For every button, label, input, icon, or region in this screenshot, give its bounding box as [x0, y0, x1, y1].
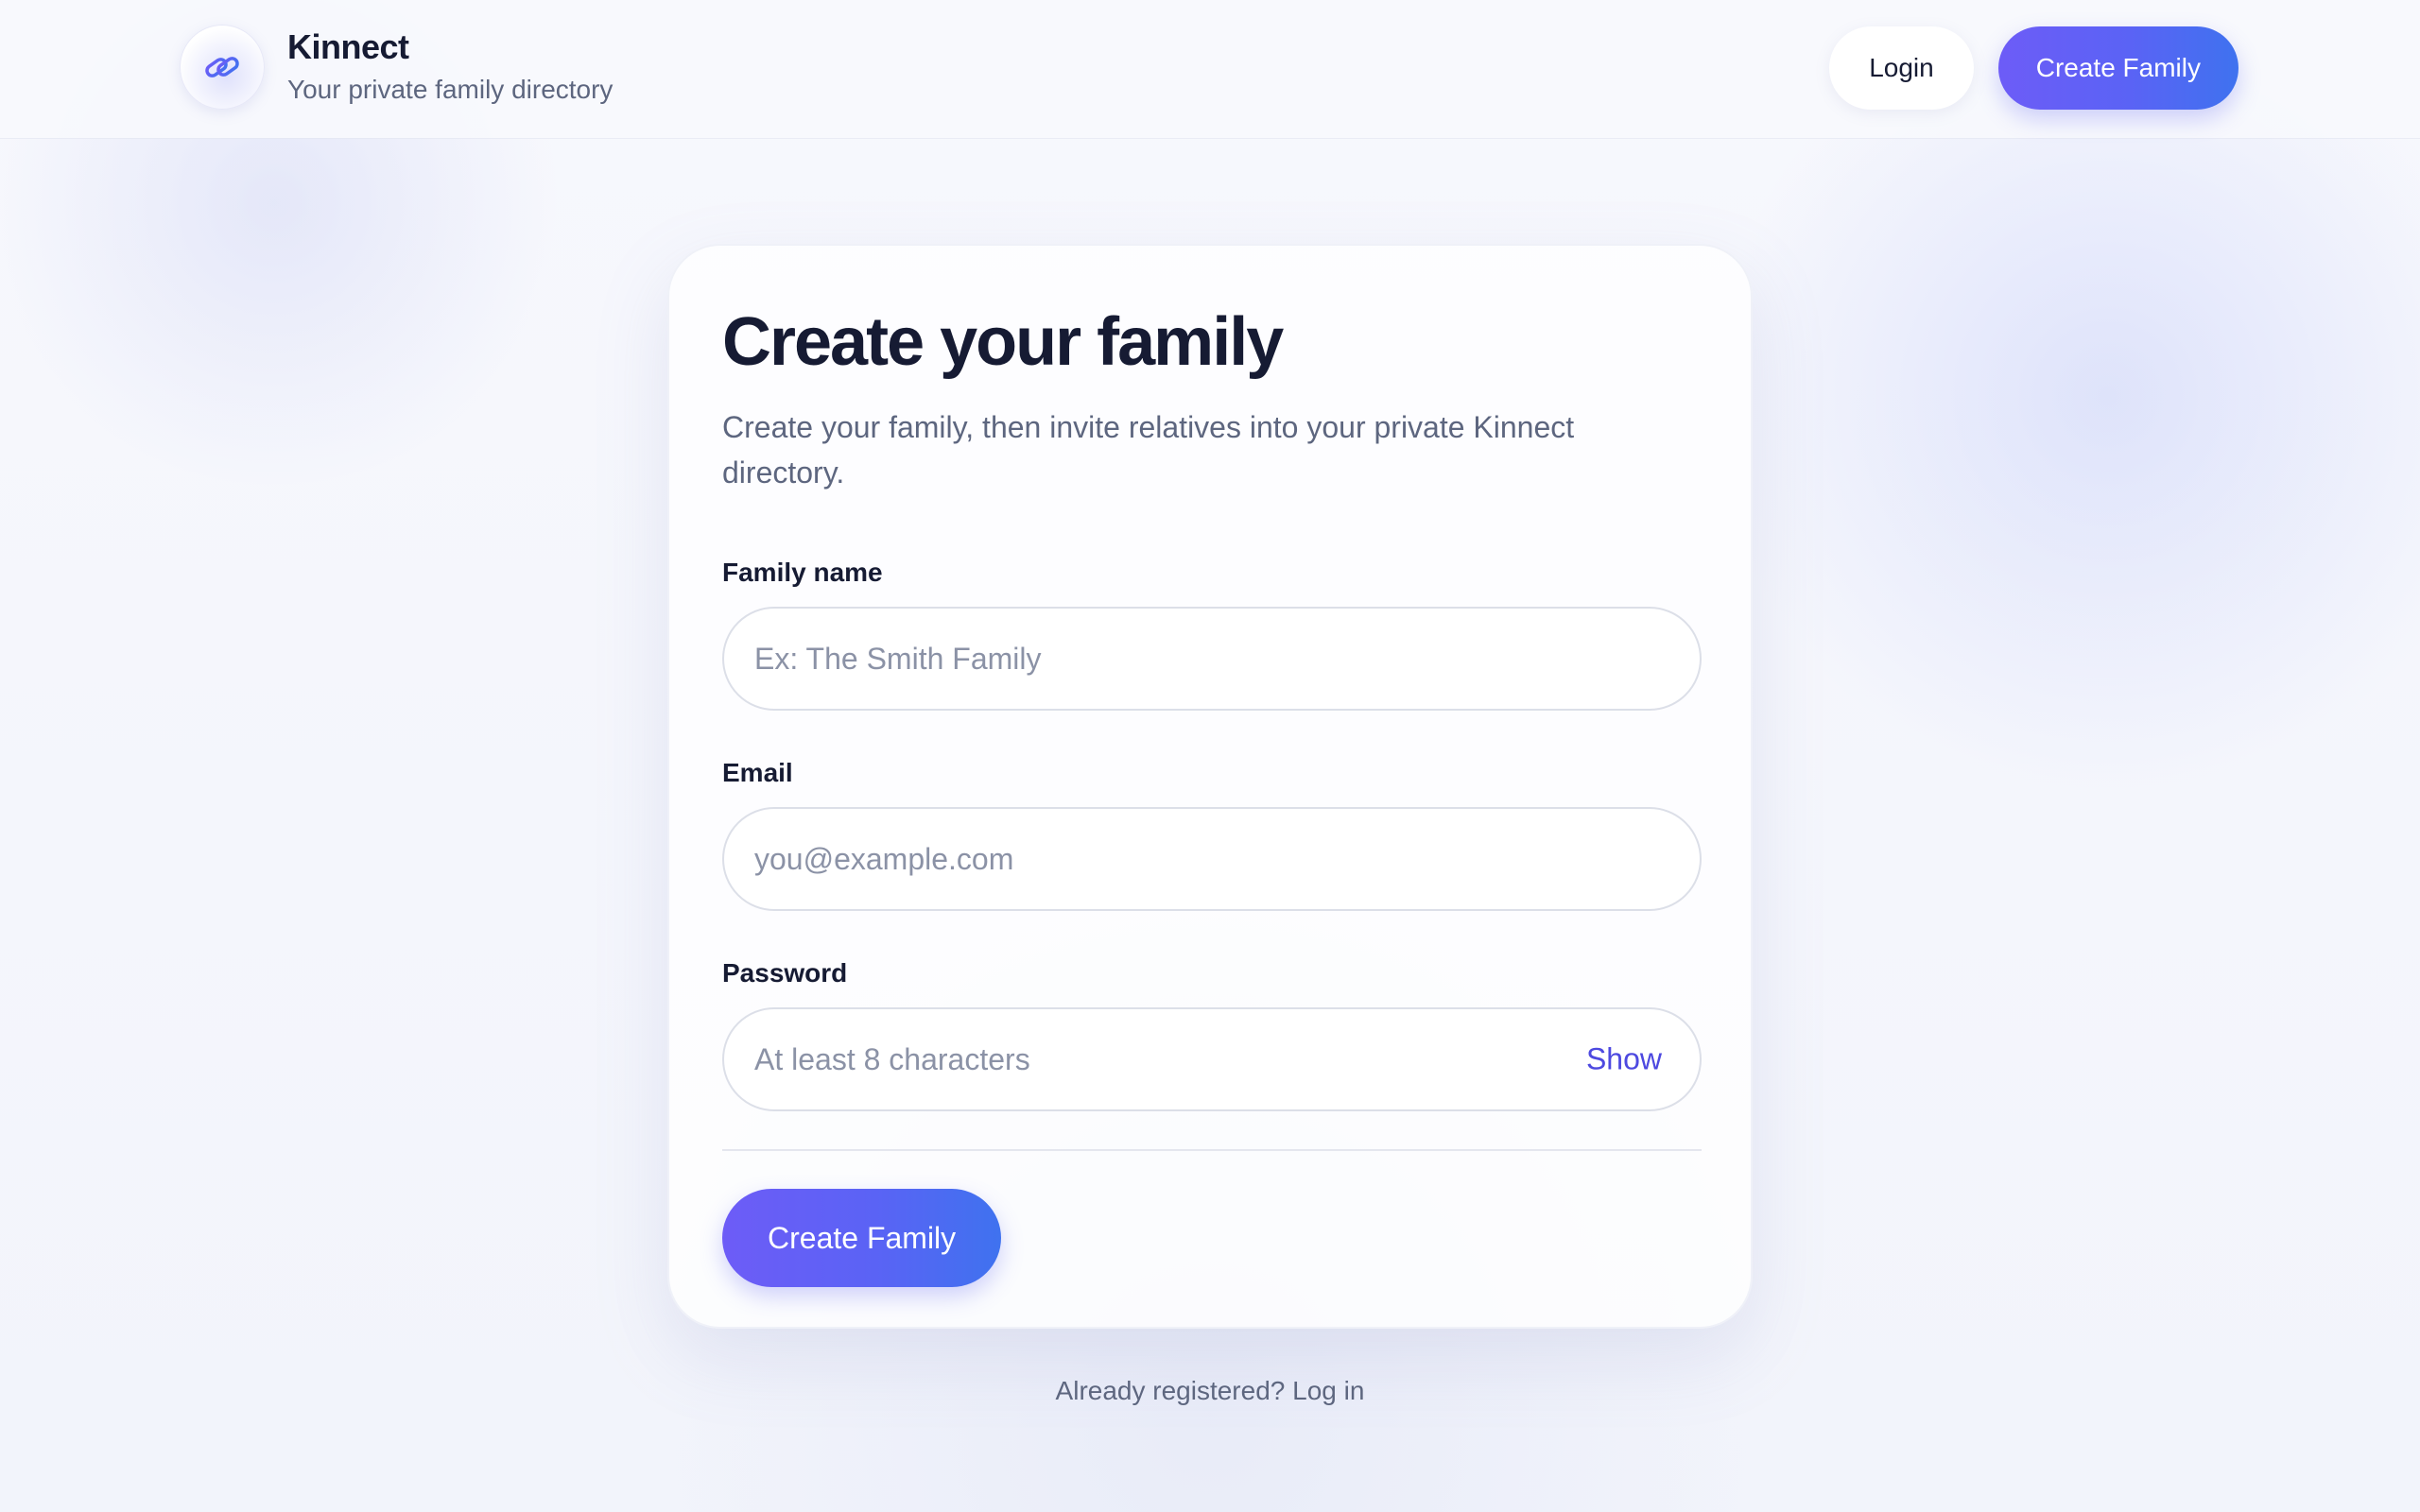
create-family-card: Create your family Create your family, t…: [667, 244, 1753, 1329]
password-input[interactable]: [722, 1007, 1702, 1111]
brand-title: Kinnect: [287, 27, 409, 66]
email-input[interactable]: [722, 807, 1702, 911]
show-password-toggle[interactable]: Show: [1581, 1041, 1668, 1078]
app-header: Kinnect Your private family directory Lo…: [0, 0, 2420, 138]
family-name-label: Family name: [722, 558, 883, 587]
password-wrapper: Show: [722, 1007, 1702, 1111]
login-prompt: Already registered? Log in: [0, 1376, 2420, 1406]
header-nav: Login Create Family: [1829, 26, 2238, 110]
login-button[interactable]: Login: [1829, 26, 1974, 110]
page-description: Create your family, then invite relative…: [722, 410, 1575, 490]
password-label: Password: [722, 958, 848, 988]
brand[interactable]: Kinnect Your private family directory: [180, 25, 613, 110]
family-name-input[interactable]: [722, 607, 1702, 711]
email-wrapper: [722, 807, 1702, 911]
brand-text: Kinnect Your private family directory: [287, 26, 613, 108]
family-name-group: Family name: [722, 554, 1702, 711]
family-name-wrapper: [722, 607, 1702, 711]
login-prompt-text: Already registered?: [1055, 1376, 1286, 1405]
page-title: Create your family: [722, 304, 1284, 380]
link-chain-icon: [180, 25, 265, 110]
email-label: Email: [722, 758, 793, 787]
brand-subtitle: Your private family directory: [287, 75, 614, 104]
create-family-submit-button[interactable]: Create Family: [722, 1189, 1002, 1287]
email-group: Email: [722, 754, 1702, 911]
form-divider: [722, 1149, 1702, 1151]
create-family-header-button[interactable]: Create Family: [1997, 26, 2238, 110]
password-group: Password Show: [722, 954, 1702, 1111]
login-link[interactable]: Log in: [1292, 1376, 1364, 1405]
